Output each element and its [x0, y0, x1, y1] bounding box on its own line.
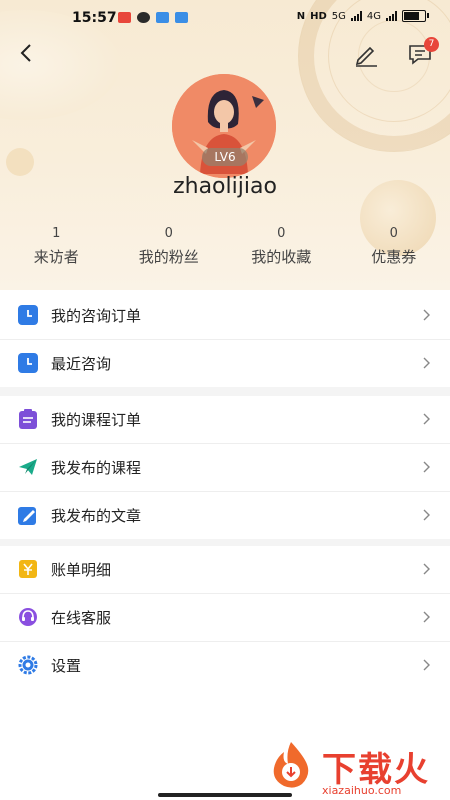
status-right: N HD 5G 4G [296, 10, 429, 22]
watermark: 下载火 xiazaihuo.com [262, 740, 450, 800]
menu-item-course-orders[interactable]: 我的课程订单 [0, 396, 450, 444]
chevron-right-icon [423, 659, 430, 671]
menu-item-published-articles[interactable]: 我发布的文章 [0, 492, 450, 539]
menu-item-published-courses[interactable]: 我发布的课程 [0, 444, 450, 492]
back-button[interactable] [14, 40, 40, 66]
section-divider [0, 386, 450, 396]
edit-icon [18, 507, 36, 525]
stat-label: 我的收藏 [251, 248, 312, 266]
avatar[interactable]: LV6 [172, 74, 276, 178]
menu-item-label: 账单明细 [51, 561, 112, 579]
wechat-icon [137, 12, 150, 23]
status-time: 15:57 [72, 10, 117, 26]
chevron-right-icon [423, 461, 430, 473]
menu-item-recent-consult[interactable]: 最近咨询 [0, 340, 450, 387]
course-section: 我的课程订单 我发布的课程 我发布的文章 [0, 396, 450, 539]
username: zhaolijiao [173, 174, 277, 199]
menu-item-bill-details[interactable]: 账单明细 [0, 546, 450, 594]
stat-value: 0 [164, 226, 173, 241]
watermark-subtitle: xiazaihuo.com [322, 784, 402, 797]
clock-icon [18, 353, 38, 373]
consult-section: 我的咨询订单 最近咨询 [0, 292, 450, 387]
cloud-icon [175, 12, 188, 23]
stat-fans[interactable]: 0 我的粉丝 [113, 226, 226, 267]
menu-item-label: 设置 [51, 657, 82, 675]
clock-icon [18, 305, 38, 325]
chevron-right-icon [423, 309, 430, 321]
stat-value: 1 [52, 226, 61, 241]
network-label: HD [310, 10, 327, 22]
stat-value: 0 [389, 226, 398, 241]
clipboard-icon [19, 409, 37, 429]
chevron-right-icon [423, 611, 430, 623]
stat-coupons[interactable]: 0 优惠券 [338, 226, 450, 267]
level-badge: LV6 [202, 148, 248, 166]
menu-item-consult-orders[interactable]: 我的咨询订单 [0, 292, 450, 340]
signal-icon [386, 11, 397, 21]
menu-item-label: 我发布的文章 [51, 507, 142, 525]
signal-icon [350, 11, 362, 21]
stat-label: 优惠券 [371, 248, 417, 266]
headset-icon [19, 608, 37, 626]
account-section: 账单明细 在线客服 设置 [0, 546, 450, 689]
chevron-right-icon [423, 509, 430, 521]
notification-icons [118, 12, 188, 23]
menu-item-label: 我的课程订单 [51, 411, 142, 429]
nfc-icon: N [296, 10, 306, 22]
menu-item-settings[interactable]: 设置 [0, 642, 450, 689]
chevron-right-icon [423, 357, 430, 369]
fire-logo-icon [273, 742, 309, 788]
stat-label: 我的粉丝 [138, 248, 199, 266]
menu-item-online-support[interactable]: 在线客服 [0, 594, 450, 642]
stat-visitors[interactable]: 1 来访者 [0, 226, 113, 267]
menu-item-label: 在线客服 [51, 609, 112, 627]
menu-item-label: 最近咨询 [51, 355, 112, 373]
pencil-icon [355, 46, 377, 67]
signal-label: 4G [366, 10, 381, 22]
home-indicator[interactable] [158, 793, 292, 797]
cloud-icon [156, 12, 169, 23]
menu-item-label: 我发布的课程 [51, 459, 142, 477]
speed-label: 5G [331, 10, 346, 22]
paper-plane-icon [19, 459, 37, 475]
unread-badge: 7 [424, 37, 439, 52]
stat-value: 0 [277, 226, 286, 241]
messages-button[interactable]: 7 [406, 37, 439, 68]
decor-circle [6, 148, 34, 176]
chevron-right-icon [423, 563, 430, 575]
yen-icon [19, 560, 37, 578]
chevron-right-icon [423, 413, 430, 425]
stat-favorites[interactable]: 0 我的收藏 [225, 226, 338, 267]
menu-item-label: 我的咨询订单 [51, 307, 142, 325]
stats-row: 1 来访者 0 我的粉丝 0 我的收藏 0 优惠券 [0, 226, 450, 267]
app-notification-icon [118, 12, 131, 23]
stat-label: 来访者 [33, 248, 79, 266]
battery-icon [402, 10, 429, 22]
edit-profile-button[interactable] [352, 40, 380, 68]
gear-icon [18, 655, 38, 675]
chevron-left-icon [20, 44, 31, 62]
status-bar: 15:57 N HD 5G 4G [0, 0, 450, 38]
